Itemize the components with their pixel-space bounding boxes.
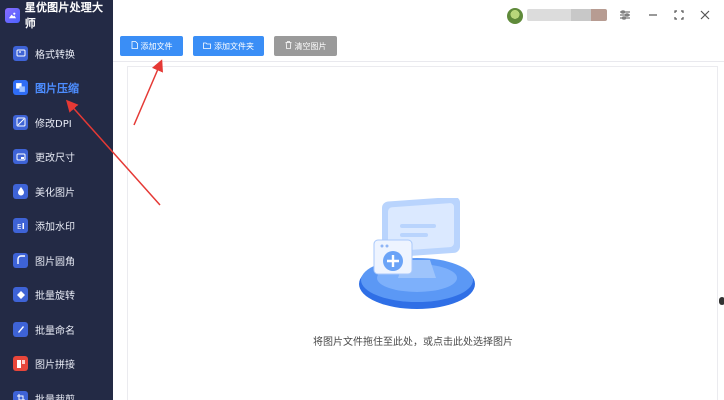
app-title: 星优图片处理大师 [24, 1, 104, 30]
sidebar-item-resize[interactable]: 更改尺寸 [0, 140, 113, 175]
app-logo-icon [5, 7, 20, 23]
add-folder-button[interactable]: 添加文件夹 [193, 36, 264, 56]
sidebar-item-rename[interactable]: 批量命名 [0, 312, 113, 347]
svg-text:E: E [17, 223, 21, 231]
avatar[interactable] [507, 8, 523, 24]
close-icon[interactable] [696, 6, 714, 24]
add-folder-label: 添加文件夹 [214, 41, 254, 51]
app-title-bar: 星优图片处理大师 [5, 1, 113, 30]
sidebar-item-rounded-corner[interactable]: 图片圆角 [0, 243, 113, 278]
rotate-icon [13, 287, 28, 303]
sidebar-item-label: 格式转换 [35, 49, 75, 61]
sidebar-item-label: 批量命名 [35, 325, 75, 337]
sidebar-item-label: 图片拼接 [35, 360, 75, 372]
sidebar-item-beautify[interactable]: 美化图片 [0, 174, 113, 209]
scroll-indicator[interactable] [719, 297, 724, 305]
clear-images-button[interactable]: 清空图片 [274, 36, 337, 56]
toolbar: 添加文件 添加文件夹 清空图片 [113, 30, 724, 62]
sidebar-item-watermark[interactable]: E 添加水印 [0, 209, 113, 244]
resize-icon [13, 149, 28, 165]
sidebar-item-label: 批量裁剪 [35, 391, 75, 400]
trash-icon [285, 41, 292, 51]
sidebar-item-label: 批量旋转 [35, 291, 75, 303]
sidebar-item-image-compress[interactable]: 图片压缩 [0, 71, 113, 106]
stitch-icon [13, 356, 28, 372]
format-convert-icon [13, 45, 28, 61]
sidebar-item-rotate[interactable]: 批量旋转 [0, 278, 113, 313]
sidebar-item-crop[interactable]: 批量裁剪 [0, 381, 113, 400]
sidebar-item-format-convert[interactable]: 格式转换 [0, 36, 113, 71]
sidebar-item-dpi[interactable]: 修改DPI [0, 105, 113, 140]
top-bar [113, 0, 724, 30]
maximize-icon[interactable] [670, 6, 688, 24]
add-file-label: 添加文件 [140, 41, 173, 51]
upload-illustration-icon [359, 198, 475, 309]
rename-icon [13, 321, 28, 337]
image-compress-icon [13, 80, 28, 96]
sidebar-nav: 格式转换 图片压缩 修改DPI 更改尺寸 美化图片 E 添加水印 图片圆角 批量… [0, 36, 113, 400]
sidebar-item-label: 修改DPI [35, 118, 72, 130]
minimize-icon[interactable] [644, 6, 662, 24]
folder-icon [203, 42, 211, 51]
dpi-icon [13, 114, 28, 130]
settings-icon[interactable] [616, 6, 634, 24]
sidebar-item-label: 图片圆角 [35, 256, 75, 268]
watermark-icon: E [13, 218, 28, 234]
drop-hint-text: 将图片文件拖住至此处，或点击此处选择图片 [313, 337, 513, 348]
crop-icon [13, 390, 28, 400]
add-file-button[interactable]: 添加文件 [120, 36, 183, 56]
sidebar-item-label: 添加水印 [35, 222, 75, 234]
file-icon [131, 41, 138, 51]
sidebar-item-label: 图片压缩 [35, 81, 79, 95]
rounded-corner-icon [13, 252, 28, 268]
sidebar: 星优图片处理大师 格式转换 图片压缩 修改DPI 更改尺寸 美化图片 E 添加水… [0, 0, 113, 400]
user-name-redacted [527, 9, 607, 21]
sidebar-item-stitch[interactable]: 图片拼接 [0, 347, 113, 382]
beautify-icon [13, 183, 28, 199]
sidebar-item-label: 更改尺寸 [35, 153, 75, 165]
sidebar-item-label: 美化图片 [35, 187, 75, 199]
clear-images-label: 清空图片 [294, 41, 327, 51]
